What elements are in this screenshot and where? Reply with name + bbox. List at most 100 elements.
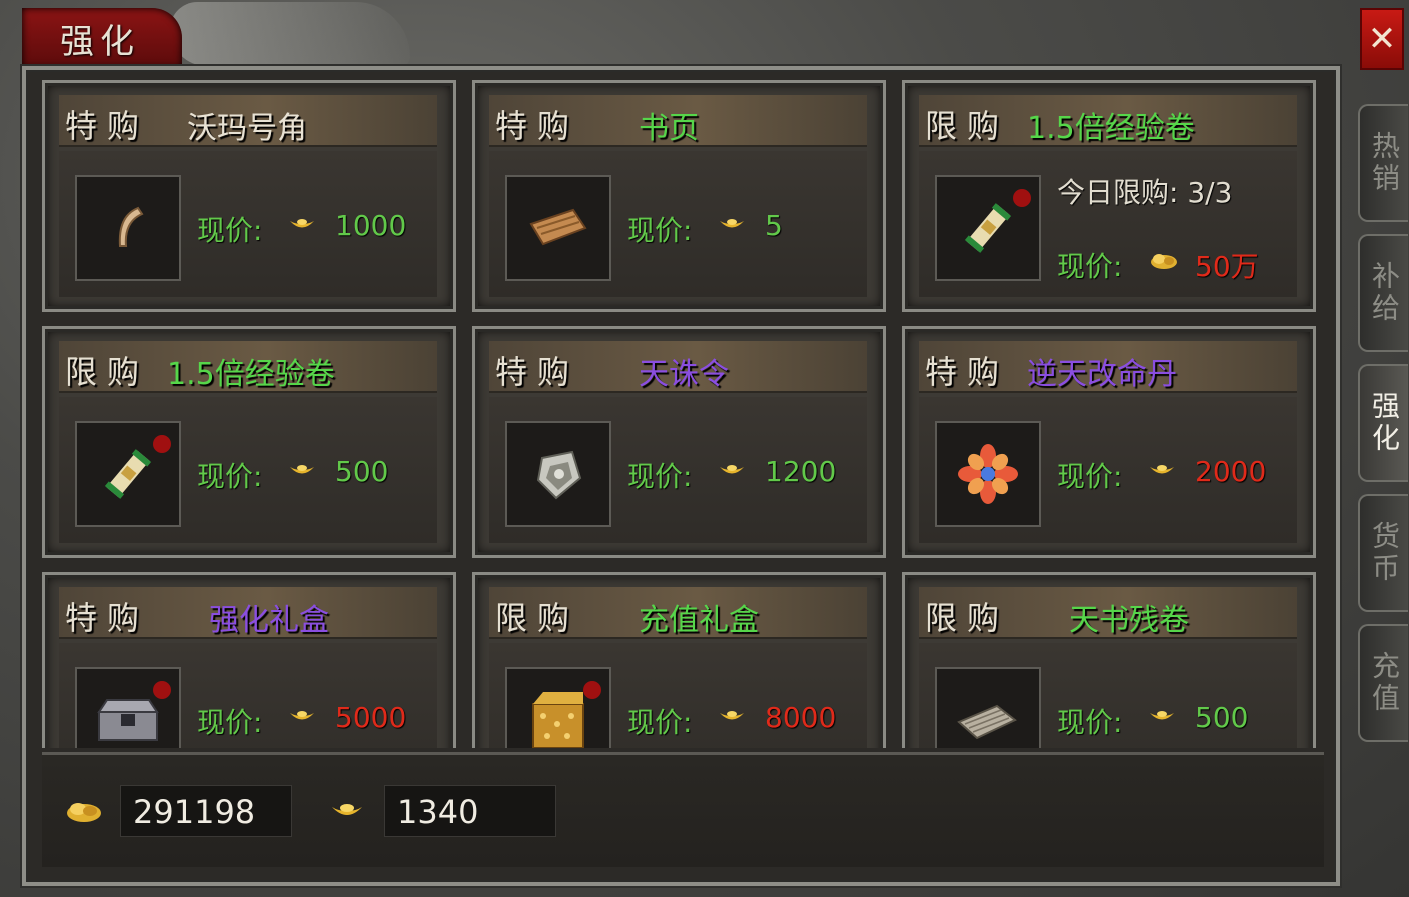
item-name: 1.5倍经验卷 [1027,111,1195,146]
card-header: 特购 强化礼盒 [59,587,437,639]
item-slot[interactable] [935,175,1041,281]
price-value: 5000 [335,701,407,734]
item-slot[interactable] [505,421,611,527]
scroll-page-icon [507,177,609,279]
item-name: 书页 [639,111,699,146]
item-slot[interactable] [75,667,181,748]
horn-icon [77,177,179,279]
shop-item-card[interactable]: 限购 天书残卷现价: 500 [902,572,1316,748]
shop-item-card[interactable]: 限购 充值礼盒现价: 8000 [472,572,886,748]
card-header: 特购 逆天改命丹 [919,341,1297,393]
price-label: 现价: [627,706,693,739]
ingot-amount: 1340 [384,785,556,837]
gold-ingot-icon [719,217,744,231]
card-body: 今日限购: 3/3 现价: 50万 [919,151,1297,297]
gold-ingot-icon [719,463,744,477]
shop-window: 强化 ✕ 热销 补给 强化 货币 充值 特购 沃玛号角 现价: 1000 特购 书页 现价: 5 限购 1… [0,0,1409,897]
item-slot[interactable] [75,175,181,281]
card-header: 限购 1.5倍经验卷 [919,95,1297,147]
currency-bar: 291198 1340 [42,752,1324,867]
gold-ingot-icon [1149,709,1174,723]
gold-amount: 291198 [120,785,292,837]
card-body: 现价: 5 [489,151,867,297]
gold-nugget-icon [67,803,101,822]
daily-limit: 今日限购: 3/3 [1057,176,1233,209]
close-button[interactable]: ✕ [1360,8,1404,70]
purchase-tag: 限购 [925,599,1010,637]
purchase-tag: 特购 [65,599,150,637]
shop-item-card[interactable]: 特购 书页 现价: 5 [472,80,886,312]
price-value: 8000 [765,701,837,734]
item-name: 强化礼盒 [209,603,329,638]
item-name: 沃玛号角 [187,111,307,146]
card-header: 限购 天书残卷 [919,587,1297,639]
shop-item-card[interactable]: 特购 沃玛号角现价: 1000 [42,80,456,312]
shop-item-card[interactable]: 特购 强化礼盒现价: 5000 [42,572,456,748]
price-value: 500 [1195,701,1249,734]
notice-dot [583,681,601,699]
gold-nugget-icon [1149,251,1177,269]
item-slot[interactable] [935,421,1041,527]
tome-scroll-icon [937,669,1039,748]
price-value: 1000 [335,209,407,242]
window-title: 强化 [60,22,140,62]
price-label: 现价: [1057,460,1123,493]
card-header: 特购 沃玛号角 [59,95,437,147]
side-tab-4[interactable]: 充值 [1358,624,1408,742]
item-grid: 特购 沃玛号角 现价: 1000 特购 书页 现价: 5 限购 1.5倍经验卷 今日限购: 3/3 现… [42,80,1324,748]
side-tab-0[interactable]: 热销 [1358,104,1408,222]
category-tabs: 热销补给强化货币充值 [1356,90,1409,897]
card-header: 限购 1.5倍经验卷 [59,341,437,393]
purchase-tag: 特购 [495,353,580,391]
item-name: 天书残卷 [1069,603,1189,638]
flower-pill-icon [937,423,1039,525]
shop-item-card[interactable]: 限购 1.5倍经验卷今日限购: 3/3 现价: 50万 [902,80,1316,312]
price-value: 500 [335,455,389,488]
item-name: 1.5倍经验卷 [167,357,335,392]
price-label: 现价: [197,706,263,739]
notice-dot [1013,189,1031,207]
card-body: 现价: 500 [59,397,437,543]
item-slot[interactable] [505,667,611,748]
notice-dot [153,681,171,699]
side-tab-2[interactable]: 强化 [1358,364,1408,482]
item-name: 逆天改命丹 [1027,357,1177,392]
shop-item-card[interactable]: 特购 逆天改命丹 现价: 2000 [902,326,1316,558]
gold-ingot-icon [289,217,314,231]
purchase-tag: 限购 [925,107,1010,145]
item-slot[interactable] [75,421,181,527]
card-header: 限购 充值礼盒 [489,587,867,639]
gold-ingot-icon [1149,463,1174,477]
card-body: 现价: 1000 [59,151,437,297]
purchase-tag: 限购 [495,599,580,637]
shop-item-card[interactable]: 特购 天诛令现价: 1200 [472,326,886,558]
card-body: 现价: 8000 [489,643,867,748]
card-body: 现价: 1200 [489,397,867,543]
item-name: 天诛令 [639,357,729,392]
card-header: 特购 书页 [489,95,867,147]
side-tab-1[interactable]: 补给 [1358,234,1408,352]
price-value: 50万 [1195,250,1259,283]
gold-ingot-icon [332,804,362,815]
notice-dot [153,435,171,453]
close-icon: ✕ [1367,19,1397,59]
item-slot[interactable] [505,175,611,281]
card-body: 现价: 500 [919,643,1297,748]
price-label: 现价: [197,460,263,493]
price-value: 1200 [765,455,837,488]
card-body: 现价: 5000 [59,643,437,748]
side-tab-3[interactable]: 货币 [1358,494,1408,612]
price-label: 现价: [627,214,693,247]
price-label: 现价: [627,460,693,493]
shop-item-card[interactable]: 限购 1.5倍经验卷现价: 500 [42,326,456,558]
price-label: 现价: [1057,706,1123,739]
gold-ingot-icon [289,463,314,477]
price-label: 现价: [197,214,263,247]
gold-ingot-icon [289,709,314,723]
card-header: 特购 天诛令 [489,341,867,393]
shield-token-icon [507,423,609,525]
item-slot[interactable] [935,667,1041,748]
item-name: 充值礼盒 [639,603,759,638]
purchase-tag: 特购 [925,353,1010,391]
dragon-ornament [170,2,410,66]
